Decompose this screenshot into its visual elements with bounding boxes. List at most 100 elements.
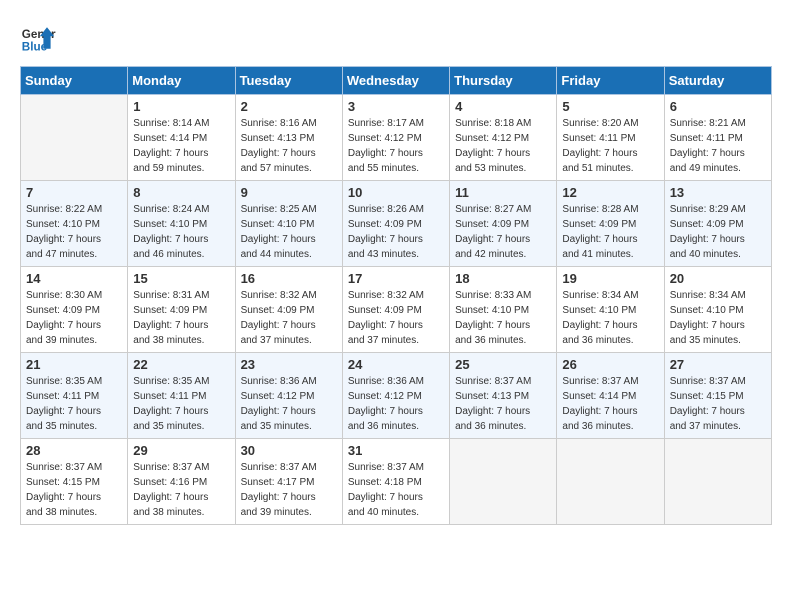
day-info: Sunrise: 8:32 AM Sunset: 4:09 PM Dayligh… <box>241 288 337 348</box>
weekday-header-monday: Monday <box>128 67 235 95</box>
day-number: 27 <box>670 357 766 372</box>
calendar-cell: 23 Sunrise: 8:36 AM Sunset: 4:12 PM Dayli… <box>235 353 342 439</box>
day-info: Sunrise: 8:22 AM Sunset: 4:10 PM Dayligh… <box>26 202 122 262</box>
day-number: 9 <box>241 185 337 200</box>
day-info: Sunrise: 8:37 AM Sunset: 4:18 PM Dayligh… <box>348 460 444 520</box>
day-number: 4 <box>455 99 551 114</box>
logo: General Blue <box>20 20 56 56</box>
day-info: Sunrise: 8:35 AM Sunset: 4:11 PM Dayligh… <box>26 374 122 434</box>
calendar-cell: 22Sunrise: 8:35 AM Sunset: 4:11 PM Dayli… <box>128 353 235 439</box>
day-info: Sunrise: 8:17 AM Sunset: 4:12 PM Dayligh… <box>348 116 444 176</box>
day-number: 20 <box>670 271 766 286</box>
day-info: Sunrise: 8:21 AM Sunset: 4:11 PM Dayligh… <box>670 116 766 176</box>
calendar-cell: 27 Sunrise: 8:37 AM Sunset: 4:15 PM Dayli… <box>664 353 771 439</box>
day-info: Sunrise: 8:25 AM Sunset: 4:10 PM Dayligh… <box>241 202 337 262</box>
day-info: Sunrise: 8:36 AM Sunset: 4:12 PM Dayligh… <box>241 374 337 434</box>
day-info: Sunrise: 8:30 AM Sunset: 4:09 PM Dayligh… <box>26 288 122 348</box>
day-number: 24 <box>348 357 444 372</box>
day-number: 14 <box>26 271 122 286</box>
calendar-cell: 4 Sunrise: 8:18 AM Sunset: 4:12 PM Daylig… <box>450 95 557 181</box>
calendar-cell: 2 Sunrise: 8:16 AM Sunset: 4:13 PM Daylig… <box>235 95 342 181</box>
weekday-header-sunday: Sunday <box>21 67 128 95</box>
calendar-cell: 14 Sunrise: 8:30 AM Sunset: 4:09 PM Dayli… <box>21 267 128 353</box>
calendar-cell: 31 Sunrise: 8:37 AM Sunset: 4:18 PM Dayli… <box>342 439 449 525</box>
calendar-cell: 3 Sunrise: 8:17 AM Sunset: 4:12 PM Daylig… <box>342 95 449 181</box>
calendar-week-1: 1Sunrise: 8:14 AM Sunset: 4:14 PM Daylig… <box>21 95 772 181</box>
day-info: Sunrise: 8:34 AM Sunset: 4:10 PM Dayligh… <box>562 288 658 348</box>
day-info: Sunrise: 8:37 AM Sunset: 4:13 PM Dayligh… <box>455 374 551 434</box>
weekday-header-saturday: Saturday <box>664 67 771 95</box>
day-number: 30 <box>241 443 337 458</box>
calendar-cell: 30 Sunrise: 8:37 AM Sunset: 4:17 PM Dayli… <box>235 439 342 525</box>
calendar-cell: 12 Sunrise: 8:28 AM Sunset: 4:09 PM Dayli… <box>557 181 664 267</box>
day-info: Sunrise: 8:20 AM Sunset: 4:11 PM Dayligh… <box>562 116 658 176</box>
calendar-week-4: 21 Sunrise: 8:35 AM Sunset: 4:11 PM Dayli… <box>21 353 772 439</box>
day-number: 5 <box>562 99 658 114</box>
day-number: 25 <box>455 357 551 372</box>
day-info: Sunrise: 8:37 AM Sunset: 4:16 PM Dayligh… <box>133 460 229 520</box>
weekday-header-tuesday: Tuesday <box>235 67 342 95</box>
calendar-cell: 25 Sunrise: 8:37 AM Sunset: 4:13 PM Dayli… <box>450 353 557 439</box>
day-info: Sunrise: 8:28 AM Sunset: 4:09 PM Dayligh… <box>562 202 658 262</box>
day-number: 22 <box>133 357 229 372</box>
calendar-cell: 16 Sunrise: 8:32 AM Sunset: 4:09 PM Dayli… <box>235 267 342 353</box>
day-number: 6 <box>670 99 766 114</box>
weekday-header-wednesday: Wednesday <box>342 67 449 95</box>
day-info: Sunrise: 8:14 AM Sunset: 4:14 PM Dayligh… <box>133 116 229 176</box>
calendar-cell: 26 Sunrise: 8:37 AM Sunset: 4:14 PM Dayli… <box>557 353 664 439</box>
calendar-cell: 1Sunrise: 8:14 AM Sunset: 4:14 PM Daylig… <box>128 95 235 181</box>
calendar-cell <box>450 439 557 525</box>
day-number: 8 <box>133 185 229 200</box>
day-info: Sunrise: 8:32 AM Sunset: 4:09 PM Dayligh… <box>348 288 444 348</box>
day-number: 29 <box>133 443 229 458</box>
day-info: Sunrise: 8:36 AM Sunset: 4:12 PM Dayligh… <box>348 374 444 434</box>
day-number: 19 <box>562 271 658 286</box>
day-number: 17 <box>348 271 444 286</box>
day-info: Sunrise: 8:26 AM Sunset: 4:09 PM Dayligh… <box>348 202 444 262</box>
day-info: Sunrise: 8:37 AM Sunset: 4:15 PM Dayligh… <box>670 374 766 434</box>
day-number: 18 <box>455 271 551 286</box>
calendar-cell: 11Sunrise: 8:27 AM Sunset: 4:09 PM Dayli… <box>450 181 557 267</box>
calendar-week-2: 7 Sunrise: 8:22 AM Sunset: 4:10 PM Daylig… <box>21 181 772 267</box>
day-info: Sunrise: 8:27 AM Sunset: 4:09 PM Dayligh… <box>455 202 551 262</box>
calendar-cell: 20 Sunrise: 8:34 AM Sunset: 4:10 PM Dayli… <box>664 267 771 353</box>
calendar-cell: 10Sunrise: 8:26 AM Sunset: 4:09 PM Dayli… <box>342 181 449 267</box>
calendar-cell <box>664 439 771 525</box>
calendar-week-3: 14 Sunrise: 8:30 AM Sunset: 4:09 PM Dayli… <box>21 267 772 353</box>
calendar-cell: 19 Sunrise: 8:34 AM Sunset: 4:10 PM Dayli… <box>557 267 664 353</box>
day-info: Sunrise: 8:37 AM Sunset: 4:15 PM Dayligh… <box>26 460 122 520</box>
calendar-cell: 7 Sunrise: 8:22 AM Sunset: 4:10 PM Daylig… <box>21 181 128 267</box>
day-info: Sunrise: 8:31 AM Sunset: 4:09 PM Dayligh… <box>133 288 229 348</box>
day-number: 7 <box>26 185 122 200</box>
page-header: General Blue <box>20 20 772 56</box>
calendar-cell <box>21 95 128 181</box>
day-number: 2 <box>241 99 337 114</box>
weekday-header-friday: Friday <box>557 67 664 95</box>
day-number: 15 <box>133 271 229 286</box>
day-info: Sunrise: 8:37 AM Sunset: 4:17 PM Dayligh… <box>241 460 337 520</box>
day-number: 21 <box>26 357 122 372</box>
day-number: 23 <box>241 357 337 372</box>
day-number: 12 <box>562 185 658 200</box>
calendar-week-5: 28Sunrise: 8:37 AM Sunset: 4:15 PM Dayli… <box>21 439 772 525</box>
logo-icon: General Blue <box>20 20 56 56</box>
calendar-cell: 28Sunrise: 8:37 AM Sunset: 4:15 PM Dayli… <box>21 439 128 525</box>
day-number: 13 <box>670 185 766 200</box>
day-number: 26 <box>562 357 658 372</box>
day-number: 31 <box>348 443 444 458</box>
calendar-cell: 15 Sunrise: 8:31 AM Sunset: 4:09 PM Dayli… <box>128 267 235 353</box>
day-number: 16 <box>241 271 337 286</box>
day-info: Sunrise: 8:16 AM Sunset: 4:13 PM Dayligh… <box>241 116 337 176</box>
calendar-cell: 29 Sunrise: 8:37 AM Sunset: 4:16 PM Dayli… <box>128 439 235 525</box>
day-info: Sunrise: 8:34 AM Sunset: 4:10 PM Dayligh… <box>670 288 766 348</box>
day-info: Sunrise: 8:18 AM Sunset: 4:12 PM Dayligh… <box>455 116 551 176</box>
day-number: 3 <box>348 99 444 114</box>
day-info: Sunrise: 8:29 AM Sunset: 4:09 PM Dayligh… <box>670 202 766 262</box>
calendar-cell: 21 Sunrise: 8:35 AM Sunset: 4:11 PM Dayli… <box>21 353 128 439</box>
day-info: Sunrise: 8:37 AM Sunset: 4:14 PM Dayligh… <box>562 374 658 434</box>
day-info: Sunrise: 8:33 AM Sunset: 4:10 PM Dayligh… <box>455 288 551 348</box>
calendar-cell: 5 Sunrise: 8:20 AM Sunset: 4:11 PM Daylig… <box>557 95 664 181</box>
calendar-cell: 24 Sunrise: 8:36 AM Sunset: 4:12 PM Dayli… <box>342 353 449 439</box>
day-info: Sunrise: 8:24 AM Sunset: 4:10 PM Dayligh… <box>133 202 229 262</box>
calendar-cell: 8 Sunrise: 8:24 AM Sunset: 4:10 PM Daylig… <box>128 181 235 267</box>
